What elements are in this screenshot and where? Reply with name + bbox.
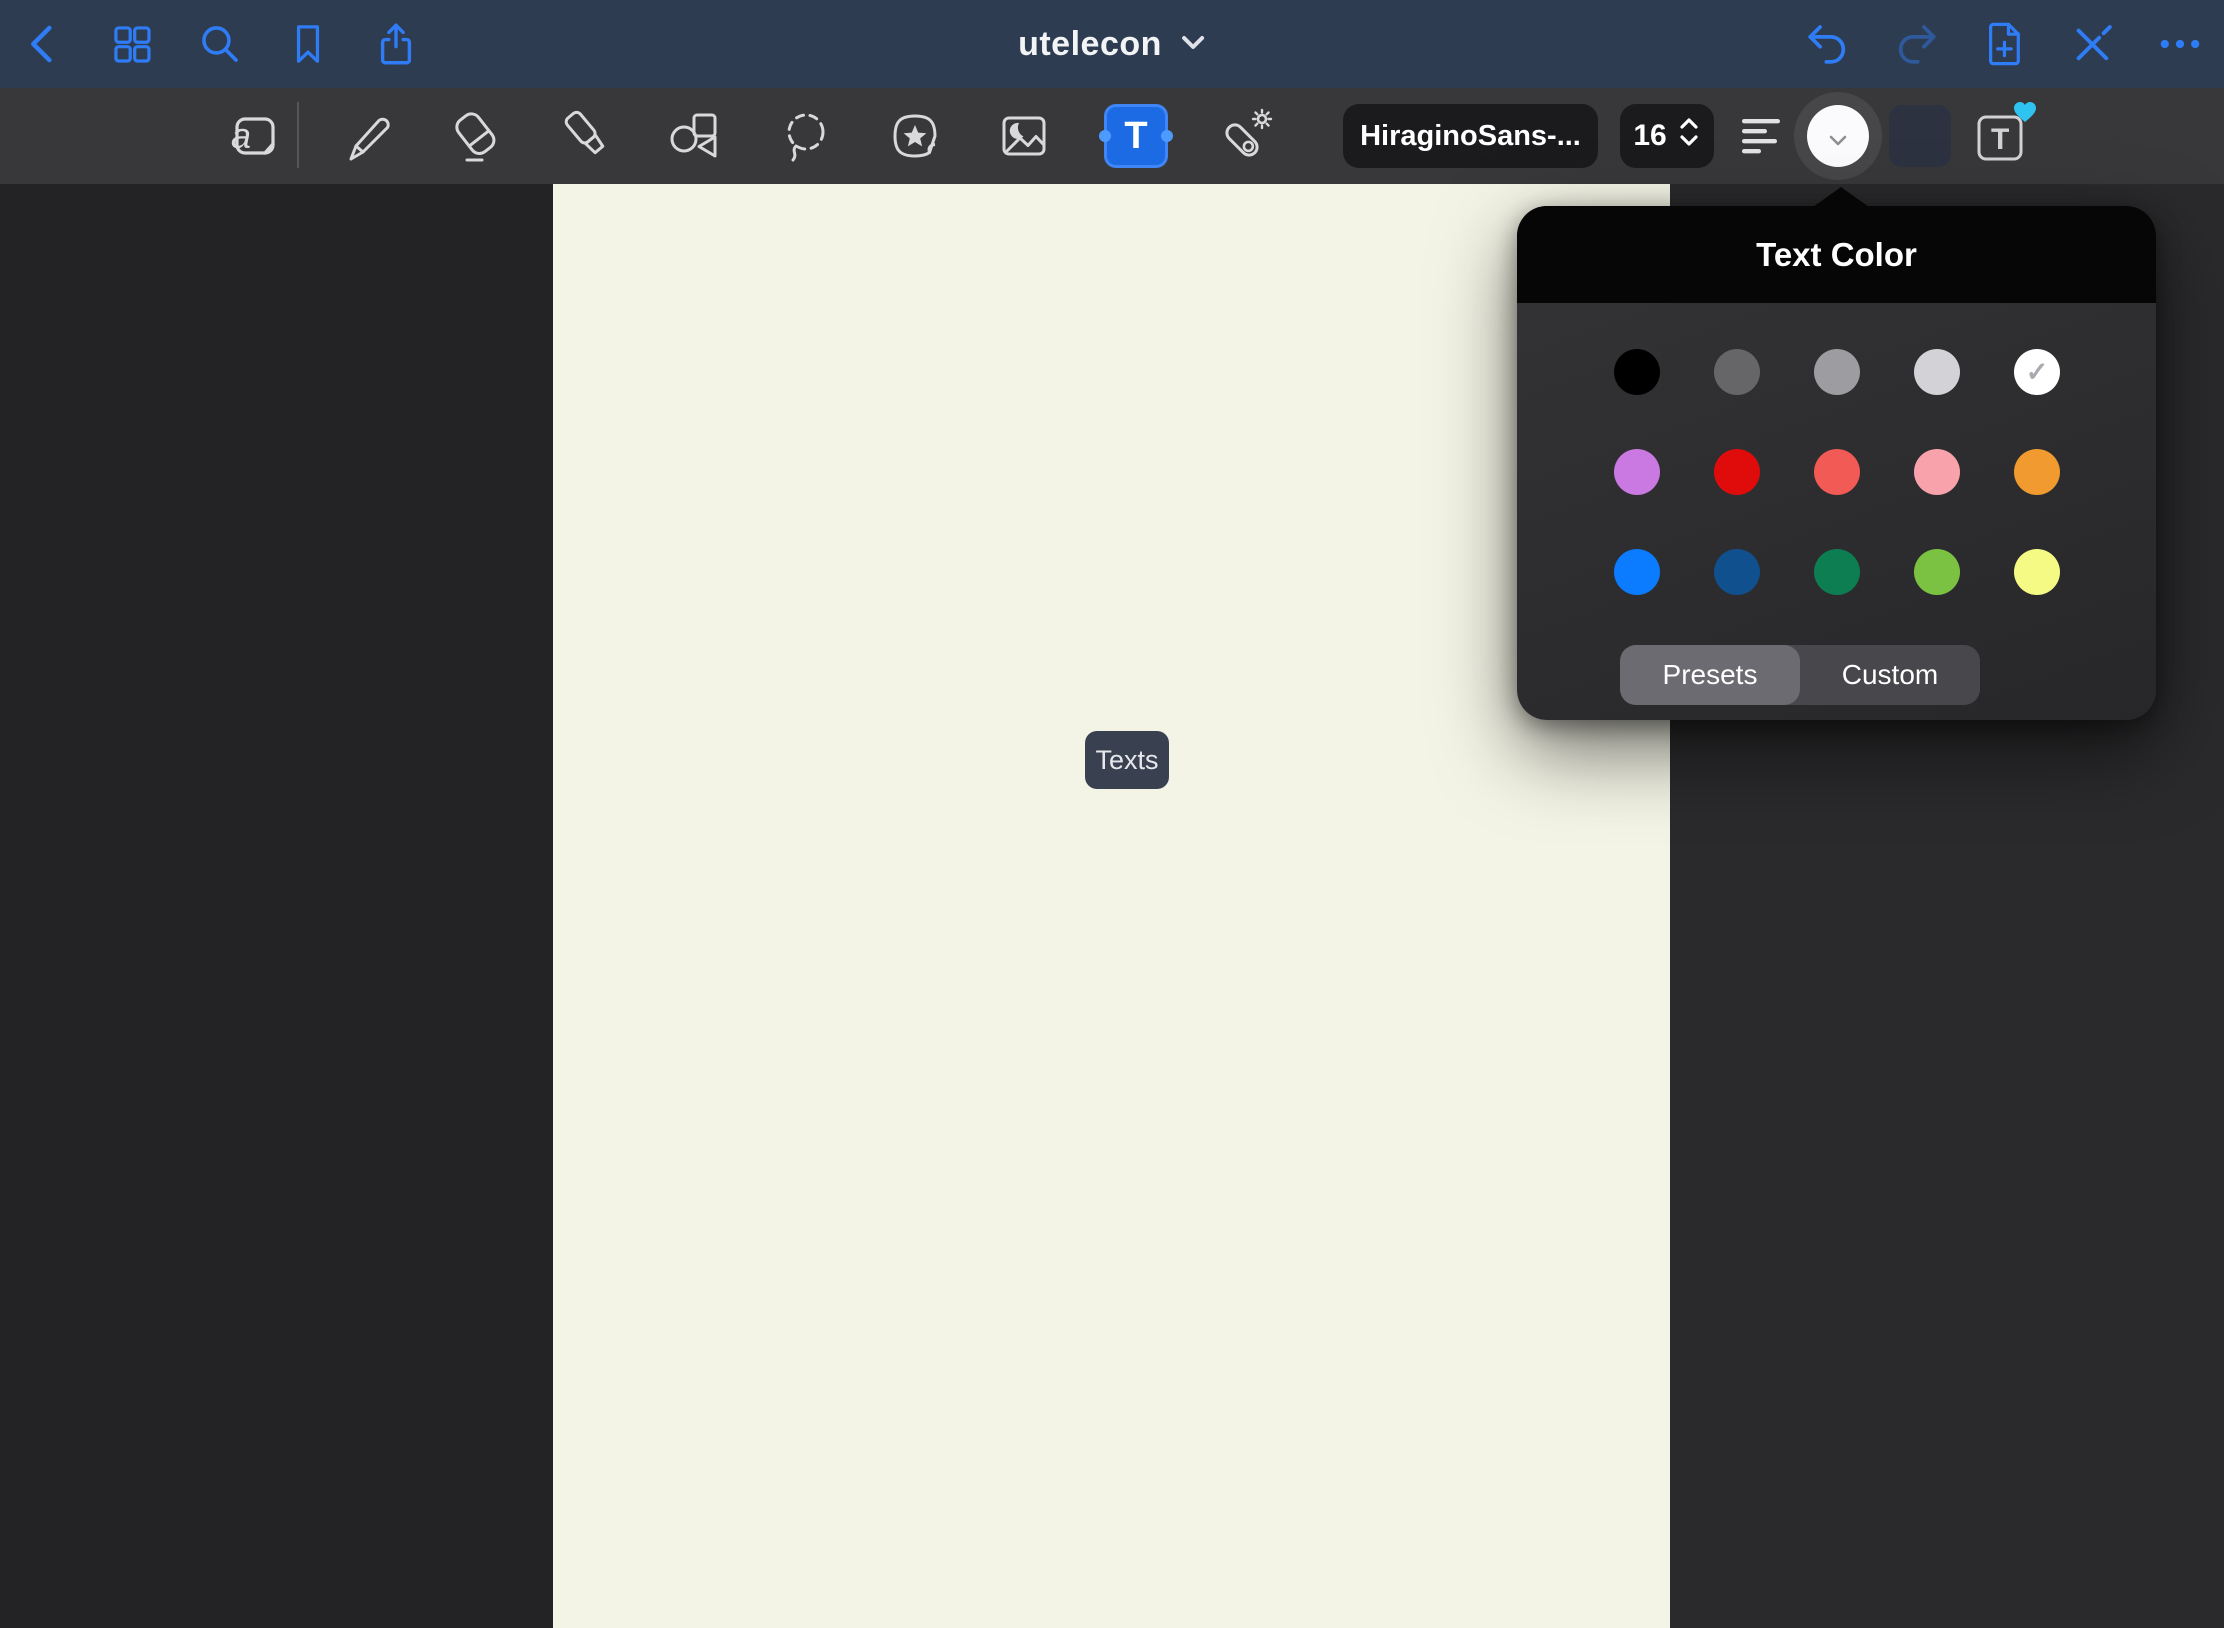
- redo-button[interactable]: [1879, 0, 1951, 88]
- tab-presets[interactable]: Presets: [1620, 645, 1800, 705]
- color-swatch[interactable]: [1714, 549, 1760, 595]
- pen-tool[interactable]: [338, 108, 394, 164]
- color-swatch[interactable]: [1914, 549, 1960, 595]
- share-button[interactable]: [360, 0, 432, 88]
- elements-tool[interactable]: [887, 108, 943, 164]
- shapes-icon: [665, 108, 721, 164]
- editing-toolbar: a T Hiragino: [0, 88, 2224, 184]
- editing-toggle-button[interactable]: [2056, 0, 2128, 88]
- redo-icon: [1890, 19, 1940, 69]
- font-size-value: 16: [1633, 119, 1666, 153]
- color-swatch[interactable]: [1614, 349, 1660, 395]
- svg-text:a: a: [231, 115, 251, 156]
- highlighter-tool[interactable]: [559, 108, 615, 164]
- text-style-favorite-button[interactable]: T: [1972, 106, 2034, 166]
- laser-pointer-icon: [1217, 108, 1273, 164]
- color-swatch[interactable]: [2014, 549, 2060, 595]
- text-color-well[interactable]: [1794, 92, 1882, 180]
- lasso-icon: [778, 108, 834, 164]
- swatch-grid: ✓: [1587, 322, 2087, 622]
- color-swatch[interactable]: [1914, 449, 1960, 495]
- checkmark-icon: ✓: [2026, 359, 2049, 386]
- popup-caret: [1813, 187, 1869, 207]
- color-swatch[interactable]: [1614, 549, 1660, 595]
- laser-pointer-tool[interactable]: [1217, 108, 1273, 164]
- add-page-button[interactable]: [1968, 0, 2040, 88]
- search-button[interactable]: [184, 0, 256, 88]
- thumbnails-button[interactable]: [96, 0, 168, 88]
- toolbar-divider: [297, 102, 299, 168]
- zoom-window-tool[interactable]: a: [225, 108, 281, 164]
- popup-title: Text Color: [1756, 236, 1917, 274]
- top-navigation-bar: utelecon: [0, 0, 2224, 88]
- bookmark-button[interactable]: [272, 0, 344, 88]
- zoom-window-icon: a: [225, 108, 281, 164]
- search-icon: [195, 19, 245, 69]
- undo-icon: [1804, 19, 1854, 69]
- current-color-swatch: [1807, 105, 1869, 167]
- page-title: utelecon: [1018, 25, 1162, 64]
- sticker-star-icon: [887, 108, 943, 164]
- chevron-up-down-icon: [1677, 117, 1701, 155]
- share-icon: [371, 19, 421, 69]
- heart-icon: [2012, 100, 2038, 129]
- color-swatch[interactable]: [1814, 449, 1860, 495]
- text-color-popup: Text Color ✓ PresetsCustom: [1517, 206, 2156, 720]
- canvas-text-label: Texts: [1095, 745, 1158, 776]
- secondary-color-slot[interactable]: [1889, 105, 1951, 167]
- font-picker-button[interactable]: HiraginoSans-...: [1343, 104, 1598, 168]
- chevron-down-icon: [1180, 32, 1206, 57]
- image-icon: [996, 108, 1052, 164]
- selection-handle: [1099, 130, 1111, 142]
- canvas-text-object[interactable]: Texts: [1085, 731, 1169, 789]
- highlighter-icon: [559, 108, 615, 164]
- color-swatch[interactable]: [1814, 549, 1860, 595]
- ellipsis-icon: [2155, 19, 2205, 69]
- back-button[interactable]: [8, 0, 80, 88]
- presets-custom-segmented-control: PresetsCustom: [1620, 645, 1980, 705]
- svg-text:T: T: [1991, 123, 2009, 156]
- text-tool-selected[interactable]: T: [1104, 104, 1168, 168]
- text-tool-glyph: T: [1124, 115, 1147, 158]
- text-align-button[interactable]: [1740, 114, 1784, 158]
- color-swatch[interactable]: [1914, 349, 1960, 395]
- bookmark-icon: [284, 20, 332, 68]
- more-options-button[interactable]: [2144, 0, 2216, 88]
- popup-header: Text Color: [1517, 206, 2156, 303]
- app-screen: utelecon a: [0, 0, 2224, 1628]
- lasso-tool[interactable]: [778, 108, 834, 164]
- font-name-label: HiraginoSans-...: [1360, 120, 1581, 153]
- chevron-left-icon: [19, 19, 69, 69]
- shapes-tool[interactable]: [665, 108, 721, 164]
- color-swatch[interactable]: [2014, 449, 2060, 495]
- color-swatch[interactable]: ✓: [2014, 349, 2060, 395]
- chevron-down-icon: [1827, 134, 1849, 153]
- color-swatch[interactable]: [1714, 349, 1760, 395]
- pencil-x-icon: [2067, 19, 2117, 69]
- align-left-icon: [1740, 145, 1784, 162]
- color-swatch[interactable]: [1614, 449, 1660, 495]
- eraser-icon: [447, 108, 503, 164]
- selection-handle: [1161, 130, 1173, 142]
- eraser-tool[interactable]: [447, 108, 503, 164]
- undo-button[interactable]: [1793, 0, 1865, 88]
- color-swatch[interactable]: [1814, 349, 1860, 395]
- tab-custom[interactable]: Custom: [1800, 645, 1980, 705]
- font-size-stepper[interactable]: 16: [1620, 104, 1714, 168]
- note-page-canvas[interactable]: [553, 184, 1670, 1628]
- text-style-icon: T: [1972, 151, 2030, 168]
- pen-icon: [338, 108, 394, 164]
- color-swatch[interactable]: [1714, 449, 1760, 495]
- document-title-button[interactable]: utelecon: [1018, 0, 1206, 88]
- image-tool[interactable]: [996, 108, 1052, 164]
- add-page-icon: [1979, 19, 2029, 69]
- grid-icon: [107, 19, 157, 69]
